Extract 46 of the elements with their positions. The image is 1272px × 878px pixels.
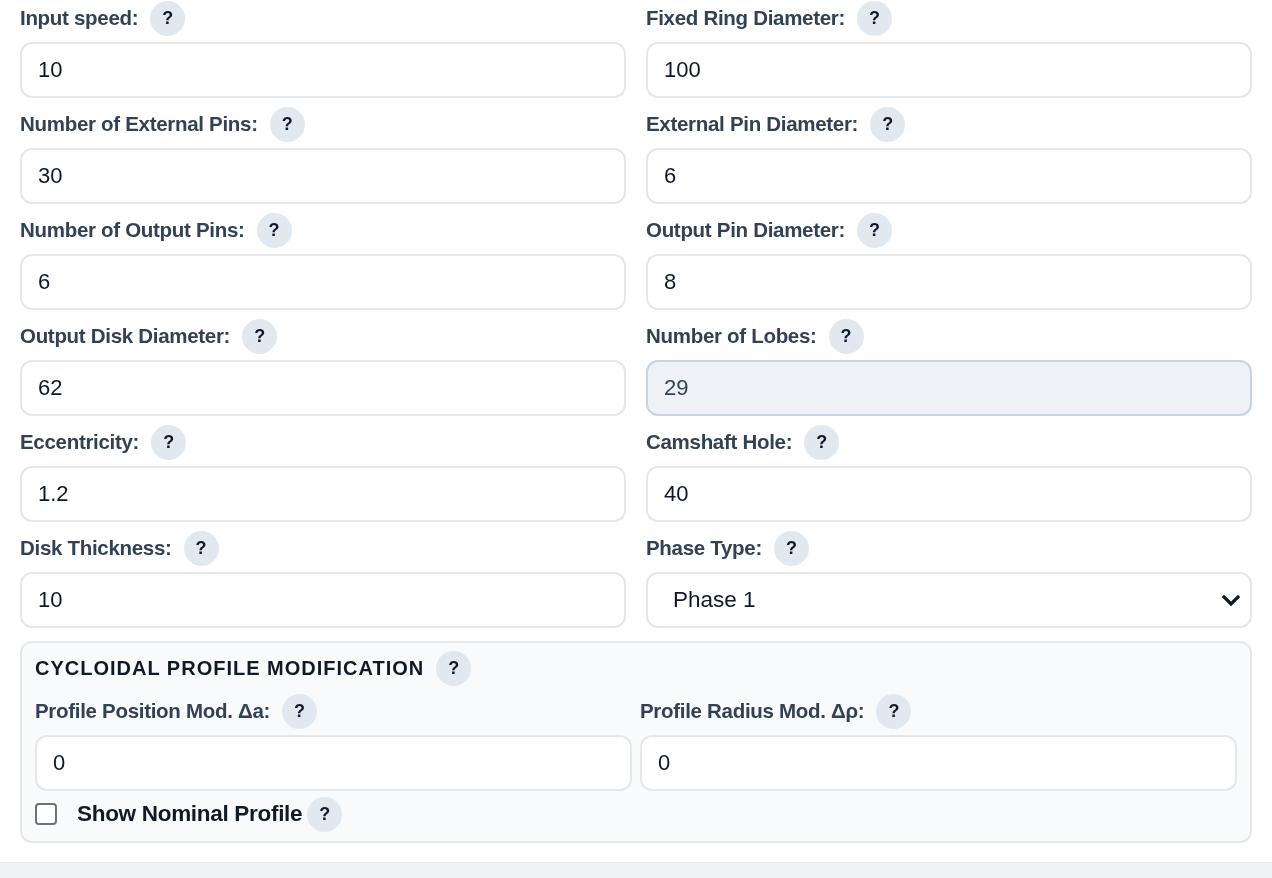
text-field[interactable]: 62 [20, 360, 626, 416]
dropdown-select[interactable]: Phase 1 [646, 572, 1252, 628]
help-button[interactable]: ? [870, 106, 906, 142]
field-label: Fixed Ring Diameter: [646, 6, 846, 30]
help-button[interactable]: ? [857, 0, 893, 36]
field-label: External Pin Diameter: [646, 112, 859, 136]
field-label: Output Pin Diameter: [646, 218, 845, 242]
help-button[interactable]: ? [307, 796, 343, 832]
help-button[interactable]: ? [282, 693, 318, 729]
checkbox[interactable] [35, 803, 57, 825]
text-field[interactable]: 40 [646, 466, 1252, 522]
text-field[interactable]: 6 [20, 254, 626, 310]
help-button[interactable]: ? [436, 650, 472, 686]
section-title: CYCLOIDAL PROFILE MODIFICATION [35, 656, 425, 680]
field-label: Number of Output Pins: [20, 218, 245, 242]
help-button[interactable]: ? [151, 424, 187, 460]
checkbox-label: Show Nominal Profile [77, 801, 303, 827]
text-field[interactable]: 0 [35, 735, 632, 791]
field-label: Camshaft Hole: [646, 430, 793, 454]
help-button[interactable]: ? [269, 106, 305, 142]
text-field[interactable]: 10 [20, 572, 626, 628]
help-button[interactable]: ? [256, 212, 292, 248]
text-field[interactable]: 1.2 [20, 466, 626, 522]
help-button[interactable]: ? [773, 530, 809, 566]
help-button[interactable]: ? [857, 212, 892, 248]
help-button[interactable]: ? [183, 530, 219, 566]
field-label: Profile Position Mod. Δa: [35, 699, 271, 723]
text-field[interactable]: 100 [646, 42, 1252, 98]
field-label: Input speed: [20, 6, 139, 30]
field-label: Disk Thickness: [20, 536, 172, 560]
help-button[interactable]: ? [242, 318, 278, 354]
text-field[interactable]: 0 [640, 735, 1237, 791]
field-label: Profile Radius Mod. Δρ: [640, 699, 865, 723]
help-button[interactable]: ? [150, 0, 186, 36]
field-label: Eccentricity: [20, 430, 140, 454]
field-label: Number of External Pins: [20, 112, 258, 136]
text-field[interactable]: 8 [646, 254, 1252, 310]
field-label: Number of Lobes: [646, 324, 817, 348]
field-label: Phase Type: [646, 536, 762, 560]
text-field[interactable]: 30 [20, 148, 626, 204]
help-button[interactable]: ? [876, 693, 912, 729]
text-field[interactable]: 10 [20, 42, 626, 98]
field-label: Output Disk Diameter: [20, 324, 231, 348]
help-button[interactable]: ? [804, 424, 840, 460]
chevron-down-icon [1222, 594, 1240, 606]
text-field[interactable]: 6 [646, 148, 1252, 204]
